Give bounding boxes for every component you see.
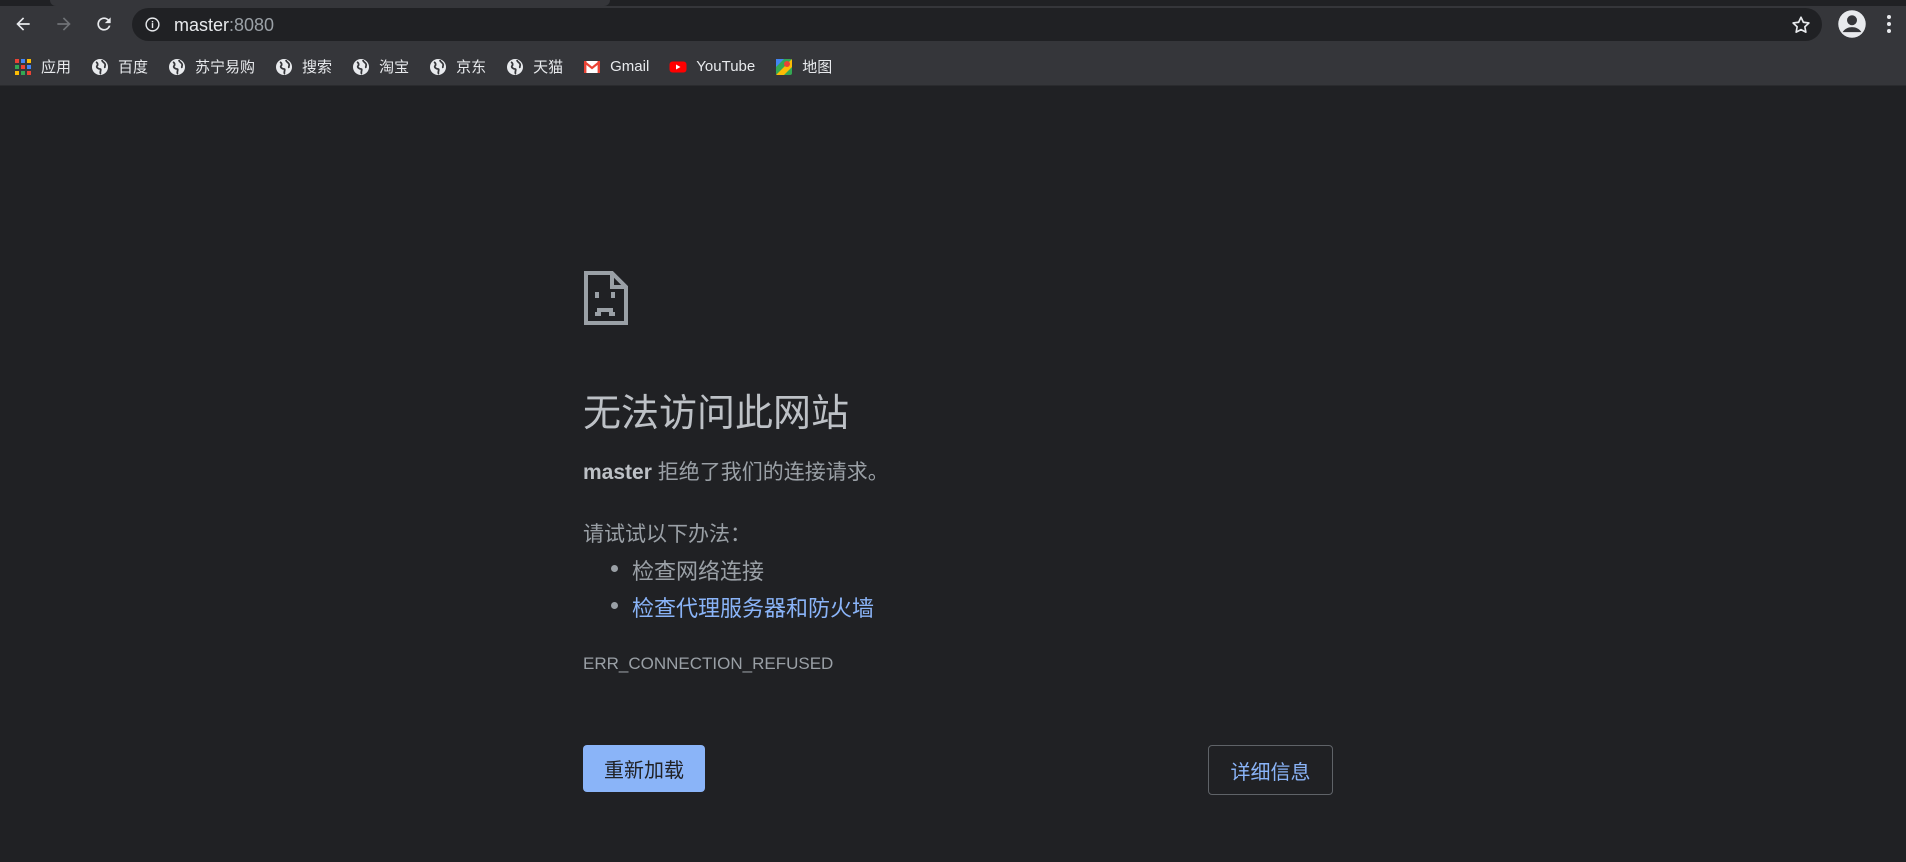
gmail-icon [583, 60, 601, 73]
url-text[interactable]: master:8080 [174, 15, 274, 36]
bookmark-label: Gmail [610, 58, 650, 75]
globe-icon [169, 58, 186, 75]
globe-icon [430, 58, 447, 75]
browser-toolbar: master:8080 [0, 0, 1906, 48]
globe-icon [276, 58, 293, 75]
back-arrow-icon [16, 17, 30, 31]
active-tab[interactable] [50, 0, 610, 6]
url-host: master [174, 15, 230, 35]
globe-icon [353, 58, 370, 75]
page-title: 无法访问此网站 [583, 393, 850, 435]
bookmark-star-icon[interactable] [1790, 14, 1812, 36]
bookmark-tmall[interactable]: 天猫 [506, 52, 571, 82]
host-name: master [583, 461, 652, 484]
bookmark-label: YouTube [696, 58, 756, 75]
reload-button[interactable]: 重新加载 [583, 745, 705, 792]
bookmark-label: 苏宁易购 [195, 59, 256, 76]
tab-strip [0, 0, 1906, 6]
bookmark-maps[interactable]: 地图 [775, 52, 840, 82]
error-code: ERR_CONNECTION_REFUSED [583, 654, 834, 673]
suggestions-title: 请试试以下办法： [583, 523, 751, 546]
globe-icon [507, 58, 524, 75]
apps-grid-icon [15, 58, 31, 75]
bookmark-jd[interactable]: 京东 [429, 52, 494, 82]
profile-avatar-icon[interactable] [1837, 9, 1867, 39]
bookmark-youtube[interactable]: YouTube [669, 52, 763, 82]
bookmark-label: 淘宝 [379, 59, 410, 76]
globe-icon [92, 58, 109, 75]
suggestion-check-proxy-link[interactable]: 检查代理服务器和防火墙 [583, 591, 874, 628]
bookmark-label: 天猫 [533, 59, 564, 76]
address-bar[interactable]: master:8080 [132, 8, 1822, 41]
bookmark-label: 京东 [456, 59, 487, 76]
suggestions-list: 检查网络连接 检查代理服务器和防火墙 [583, 554, 874, 628]
details-button[interactable]: 详细信息 [1208, 745, 1333, 795]
forward-arrow-icon [57, 17, 71, 31]
url-port: :8080 [229, 15, 275, 35]
bookmark-label: 应用 [41, 59, 72, 76]
bookmark-label: 地图 [802, 59, 833, 76]
bookmark-label: 搜索 [302, 59, 333, 76]
bookmarks-bar: 应用 百度 苏宁易购 搜索 淘宝 京东 天猫 Gmail YouTube 地图 [0, 48, 1906, 86]
bookmark-apps[interactable]: 应用 [14, 52, 79, 82]
bookmark-suning[interactable]: 苏宁易购 [168, 52, 263, 82]
sad-document-icon [584, 271, 628, 325]
bookmark-taobao[interactable]: 淘宝 [352, 52, 417, 82]
more-menu-icon[interactable] [1882, 12, 1896, 36]
bookmark-gmail[interactable]: Gmail [583, 52, 657, 82]
bookmark-search[interactable]: 搜索 [275, 52, 340, 82]
reload-toolbar-button[interactable] [90, 10, 118, 38]
forward-button[interactable] [50, 10, 78, 38]
bookmark-baidu[interactable]: 百度 [91, 52, 156, 82]
youtube-icon [669, 61, 687, 72]
refresh-icon [97, 17, 111, 31]
error-message-text: 拒绝了我们的连接请求。 [651, 461, 889, 484]
maps-icon [776, 58, 793, 75]
suggestion-check-network: 检查网络连接 [583, 554, 874, 591]
error-message: master 拒绝了我们的连接请求。 [583, 456, 889, 486]
back-button[interactable] [9, 10, 37, 38]
bookmark-label: 百度 [118, 59, 149, 76]
info-icon[interactable] [144, 16, 161, 33]
